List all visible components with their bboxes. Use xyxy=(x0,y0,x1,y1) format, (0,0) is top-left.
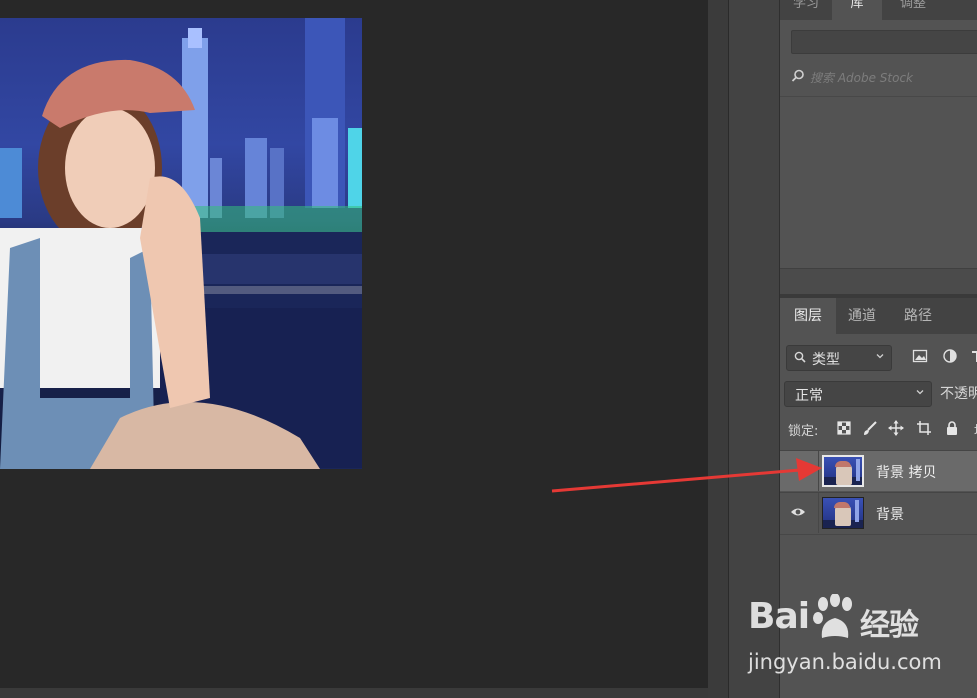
panel-divider[interactable] xyxy=(708,0,728,698)
watermark-logo-cn: 经验 xyxy=(860,608,919,643)
search-icon xyxy=(794,351,806,363)
opacity-label: 不透明 xyxy=(940,386,977,402)
photo-illustration xyxy=(0,18,362,469)
image-filter-icon[interactable] xyxy=(912,348,928,364)
layer-filter-select[interactable]: 类型 xyxy=(786,345,892,371)
layer-filter-label: 类型 xyxy=(812,352,840,368)
library-tabs: 学习 库 调整 xyxy=(780,0,977,20)
stock-search[interactable]: 搜索 Adobe Stock xyxy=(791,68,977,86)
watermark-logo-text: Bai xyxy=(748,596,810,637)
document-canvas[interactable] xyxy=(0,0,708,698)
tab-layers[interactable]: 图层 xyxy=(780,298,836,334)
chevron-down-icon xyxy=(876,354,884,359)
visibility-toggle[interactable] xyxy=(780,451,819,491)
layer-thumbnail xyxy=(822,455,864,487)
library-select[interactable] xyxy=(791,30,977,54)
lock-all-icon[interactable] xyxy=(944,420,960,436)
tab-paths[interactable]: 路径 xyxy=(890,298,946,334)
layer-name[interactable]: 背景 拷贝 xyxy=(876,462,936,482)
layer-name[interactable]: 背景 xyxy=(876,504,904,524)
layer-thumbnail xyxy=(822,497,864,529)
library-footer xyxy=(780,268,977,295)
blend-mode-select[interactable]: 正常 xyxy=(784,381,932,407)
layer-row-background-copy[interactable]: 背景 拷贝 xyxy=(780,450,977,491)
stock-search-placeholder: 搜索 Adobe Stock xyxy=(810,71,914,85)
layer-row-background[interactable]: 背景 xyxy=(780,492,977,533)
paw-icon xyxy=(813,594,852,638)
search-icon xyxy=(791,69,804,82)
layers-tabs: 图层 通道 路径 xyxy=(780,298,977,334)
photo-image[interactable] xyxy=(0,18,362,469)
watermark-url: jingyan.baidu.com xyxy=(748,650,942,674)
lock-label: 锁定: xyxy=(788,424,819,439)
lock-pixels-brush-icon[interactable] xyxy=(862,420,878,436)
visibility-toggle[interactable] xyxy=(780,493,819,533)
chevron-down-icon xyxy=(916,390,924,395)
blend-mode-label: 正常 xyxy=(795,388,823,404)
tab-channels[interactable]: 通道 xyxy=(836,298,888,334)
tab-learn[interactable]: 学习 xyxy=(780,0,832,20)
lock-artboard-crop-icon[interactable] xyxy=(916,420,932,436)
lock-position-move-icon[interactable] xyxy=(888,420,904,436)
eye-icon xyxy=(791,508,805,516)
tab-libraries[interactable]: 库 xyxy=(832,0,882,20)
canvas-scrollbar[interactable] xyxy=(0,688,708,698)
type-filter-icon[interactable] xyxy=(970,348,977,364)
baidu-watermark: Bai 经验 jingyan.baidu.com xyxy=(748,592,948,682)
divider xyxy=(780,96,977,97)
adjustment-filter-icon[interactable] xyxy=(942,348,958,364)
lock-transparent-icon[interactable] xyxy=(836,420,852,436)
tab-adjustments[interactable]: 调整 xyxy=(884,0,942,20)
divider xyxy=(780,534,977,535)
